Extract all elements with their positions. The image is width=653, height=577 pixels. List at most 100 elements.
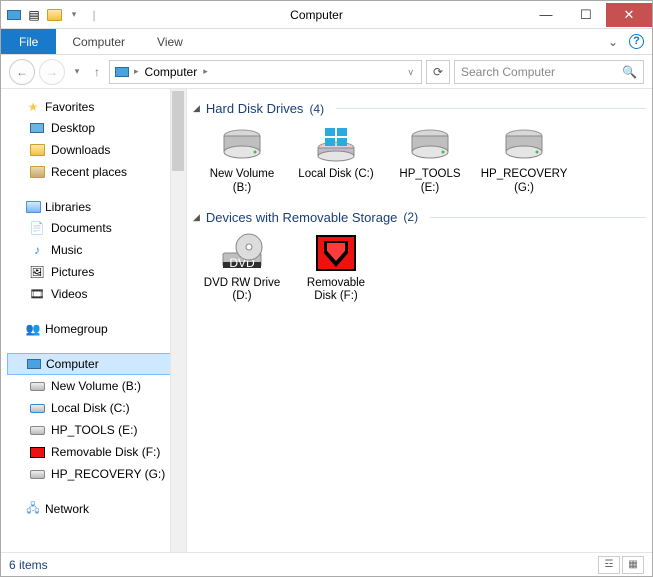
computer-icon (26, 356, 42, 372)
nav-label: Homegroup (45, 322, 108, 336)
forward-button[interactable]: → (39, 59, 65, 85)
ribbon-tabs: File Computer View ⌄ ? (1, 29, 652, 55)
nav-label: Libraries (45, 200, 91, 214)
computer-icon (114, 64, 130, 80)
documents-icon: 📄 (29, 220, 45, 236)
nav-group-network: ▸ 🖧 Network (1, 499, 186, 519)
nav-group-computer: ▸ Computer New Volume (B:) Local Disk (C… (1, 353, 186, 485)
body: ▸ ★ Favorites Desktop Downloads Recent p… (1, 89, 652, 552)
music-icon: ♪ (29, 242, 45, 258)
breadcrumb[interactable]: Computer (143, 65, 200, 79)
nav-item-pictures[interactable]: 🖼Pictures (7, 261, 186, 283)
nav-item-label: Removable Disk (F:) (51, 445, 160, 459)
drive-icon (406, 124, 454, 164)
nav-item-label: Pictures (51, 265, 94, 279)
nav-item-drive-b[interactable]: New Volume (B:) (7, 375, 186, 397)
nav-item-music[interactable]: ♪Music (7, 239, 186, 261)
group-name: Hard Disk Drives (206, 101, 304, 116)
tab-computer[interactable]: Computer (56, 29, 141, 54)
address-bar[interactable]: ▸ Computer ▸ v (109, 60, 422, 84)
group-items-removable: DVD DVD RW Drive (D:) Removable Disk (F:… (193, 233, 646, 305)
libraries-icon (25, 199, 41, 215)
nav-header-homegroup[interactable]: ▸ 👥 Homegroup (7, 319, 186, 339)
nav-item-drive-f[interactable]: Removable Disk (F:) (7, 441, 186, 463)
group-name: Devices with Removable Storage (206, 210, 397, 225)
network-icon: 🖧 (25, 501, 41, 517)
nav-item-label: Downloads (51, 143, 110, 157)
status-text: 6 items (9, 558, 48, 572)
item-label: DVD RW Drive (D:) (203, 277, 281, 305)
nav-item-documents[interactable]: 📄Documents (7, 217, 186, 239)
file-tab[interactable]: File (1, 29, 56, 54)
nav-item-label: Videos (51, 287, 87, 301)
quick-access-toolbar: ▤ ▾ | (1, 6, 107, 24)
nav-item-label: HP_TOOLS (E:) (51, 423, 137, 437)
removable-icon (29, 444, 45, 460)
dvd-item[interactable]: DVD DVD RW Drive (D:) (203, 233, 281, 305)
item-label: Local Disk (C:) (298, 168, 373, 182)
tab-view[interactable]: View (141, 29, 199, 54)
nav-item-label: HP_RECOVERY (G:) (51, 467, 165, 481)
nav-item-drive-g[interactable]: HP_RECOVERY (G:) (7, 463, 186, 485)
nav-item-downloads[interactable]: Downloads (7, 139, 186, 161)
drive-item[interactable]: Local Disk (C:) (297, 124, 375, 196)
new-folder-icon[interactable] (45, 6, 63, 24)
refresh-button[interactable]: ⟳ (426, 60, 450, 84)
qat-dropdown-icon[interactable]: ▾ (65, 6, 83, 24)
close-button[interactable]: ✕ (606, 3, 652, 27)
drive-icon (29, 466, 45, 482)
nav-item-drive-c[interactable]: Local Disk (C:) (7, 397, 186, 419)
up-button[interactable]: ↑ (89, 65, 105, 79)
navigation-bar: ← → ▾ ↑ ▸ Computer ▸ v ⟳ Search Computer… (1, 55, 652, 89)
group-line (336, 108, 646, 109)
nav-item-desktop[interactable]: Desktop (7, 117, 186, 139)
nav-item-videos[interactable]: 🎞 Videos (7, 283, 186, 305)
view-details-button[interactable]: ☲ (598, 556, 620, 574)
address-dropdown-icon[interactable]: v (405, 67, 418, 77)
nav-item-label: Desktop (51, 121, 95, 135)
scrollbar-track[interactable] (170, 89, 186, 552)
drive-windows-icon (312, 124, 360, 164)
properties-icon[interactable]: ▤ (25, 6, 43, 24)
maximize-button[interactable]: ☐ (566, 3, 606, 27)
minimize-button[interactable]: ― (526, 3, 566, 27)
ribbon-expand-icon[interactable]: ⌄ (601, 29, 625, 54)
help-icon[interactable]: ? (629, 34, 644, 49)
nav-item-label: Recent places (51, 165, 127, 179)
title-bar: ▤ ▾ | Computer ― ☐ ✕ (1, 1, 652, 29)
search-input[interactable]: Search Computer 🔍 (454, 60, 644, 84)
videos-icon: 🎞 (29, 286, 45, 302)
drive-icon (500, 124, 548, 164)
nav-group-favorites: ▸ ★ Favorites Desktop Downloads Recent p… (1, 97, 186, 183)
nav-label: Network (45, 502, 89, 516)
nav-item-label: Local Disk (C:) (51, 401, 130, 415)
nav-item-recent[interactable]: Recent places (7, 161, 186, 183)
group-count: (4) (309, 102, 324, 116)
nav-header-favorites[interactable]: ▸ ★ Favorites (7, 97, 186, 117)
window-title: Computer (107, 8, 526, 22)
navigation-pane: ▸ ★ Favorites Desktop Downloads Recent p… (1, 89, 187, 552)
group-header-hdd[interactable]: ◢ Hard Disk Drives (4) (193, 101, 646, 116)
group-header-removable[interactable]: ◢ Devices with Removable Storage (2) (193, 210, 646, 225)
nav-header-libraries[interactable]: ▸ Libraries (7, 197, 186, 217)
desktop-icon (29, 120, 45, 136)
view-icons-button[interactable]: ▦ (622, 556, 644, 574)
star-icon: ★ (25, 99, 41, 115)
drive-item[interactable]: HP_TOOLS (E:) (391, 124, 469, 196)
recent-locations-icon[interactable]: ▾ (69, 66, 85, 77)
scrollbar-thumb[interactable] (172, 91, 184, 171)
removable-item[interactable]: Removable Disk (F:) (297, 233, 375, 305)
nav-item-drive-e[interactable]: HP_TOOLS (E:) (7, 419, 186, 441)
nav-group-homegroup: ▸ 👥 Homegroup (1, 319, 186, 339)
search-placeholder: Search Computer (461, 65, 555, 79)
drive-item[interactable]: HP_RECOVERY (G:) (485, 124, 563, 196)
group-items-hdd: New Volume (B:) Local Disk (C:) HP_TOOLS… (193, 124, 646, 196)
nav-header-network[interactable]: ▸ 🖧 Network (7, 499, 186, 519)
nav-header-computer[interactable]: ▸ Computer (7, 353, 186, 375)
item-label: Removable Disk (F:) (297, 277, 375, 305)
content-pane: ◢ Hard Disk Drives (4) New Volume (B:) L… (187, 89, 652, 552)
drive-item[interactable]: New Volume (B:) (203, 124, 281, 196)
breadcrumb-sep-icon[interactable]: ▸ (203, 66, 208, 77)
back-button[interactable]: ← (9, 59, 35, 85)
drive-icon (29, 378, 45, 394)
